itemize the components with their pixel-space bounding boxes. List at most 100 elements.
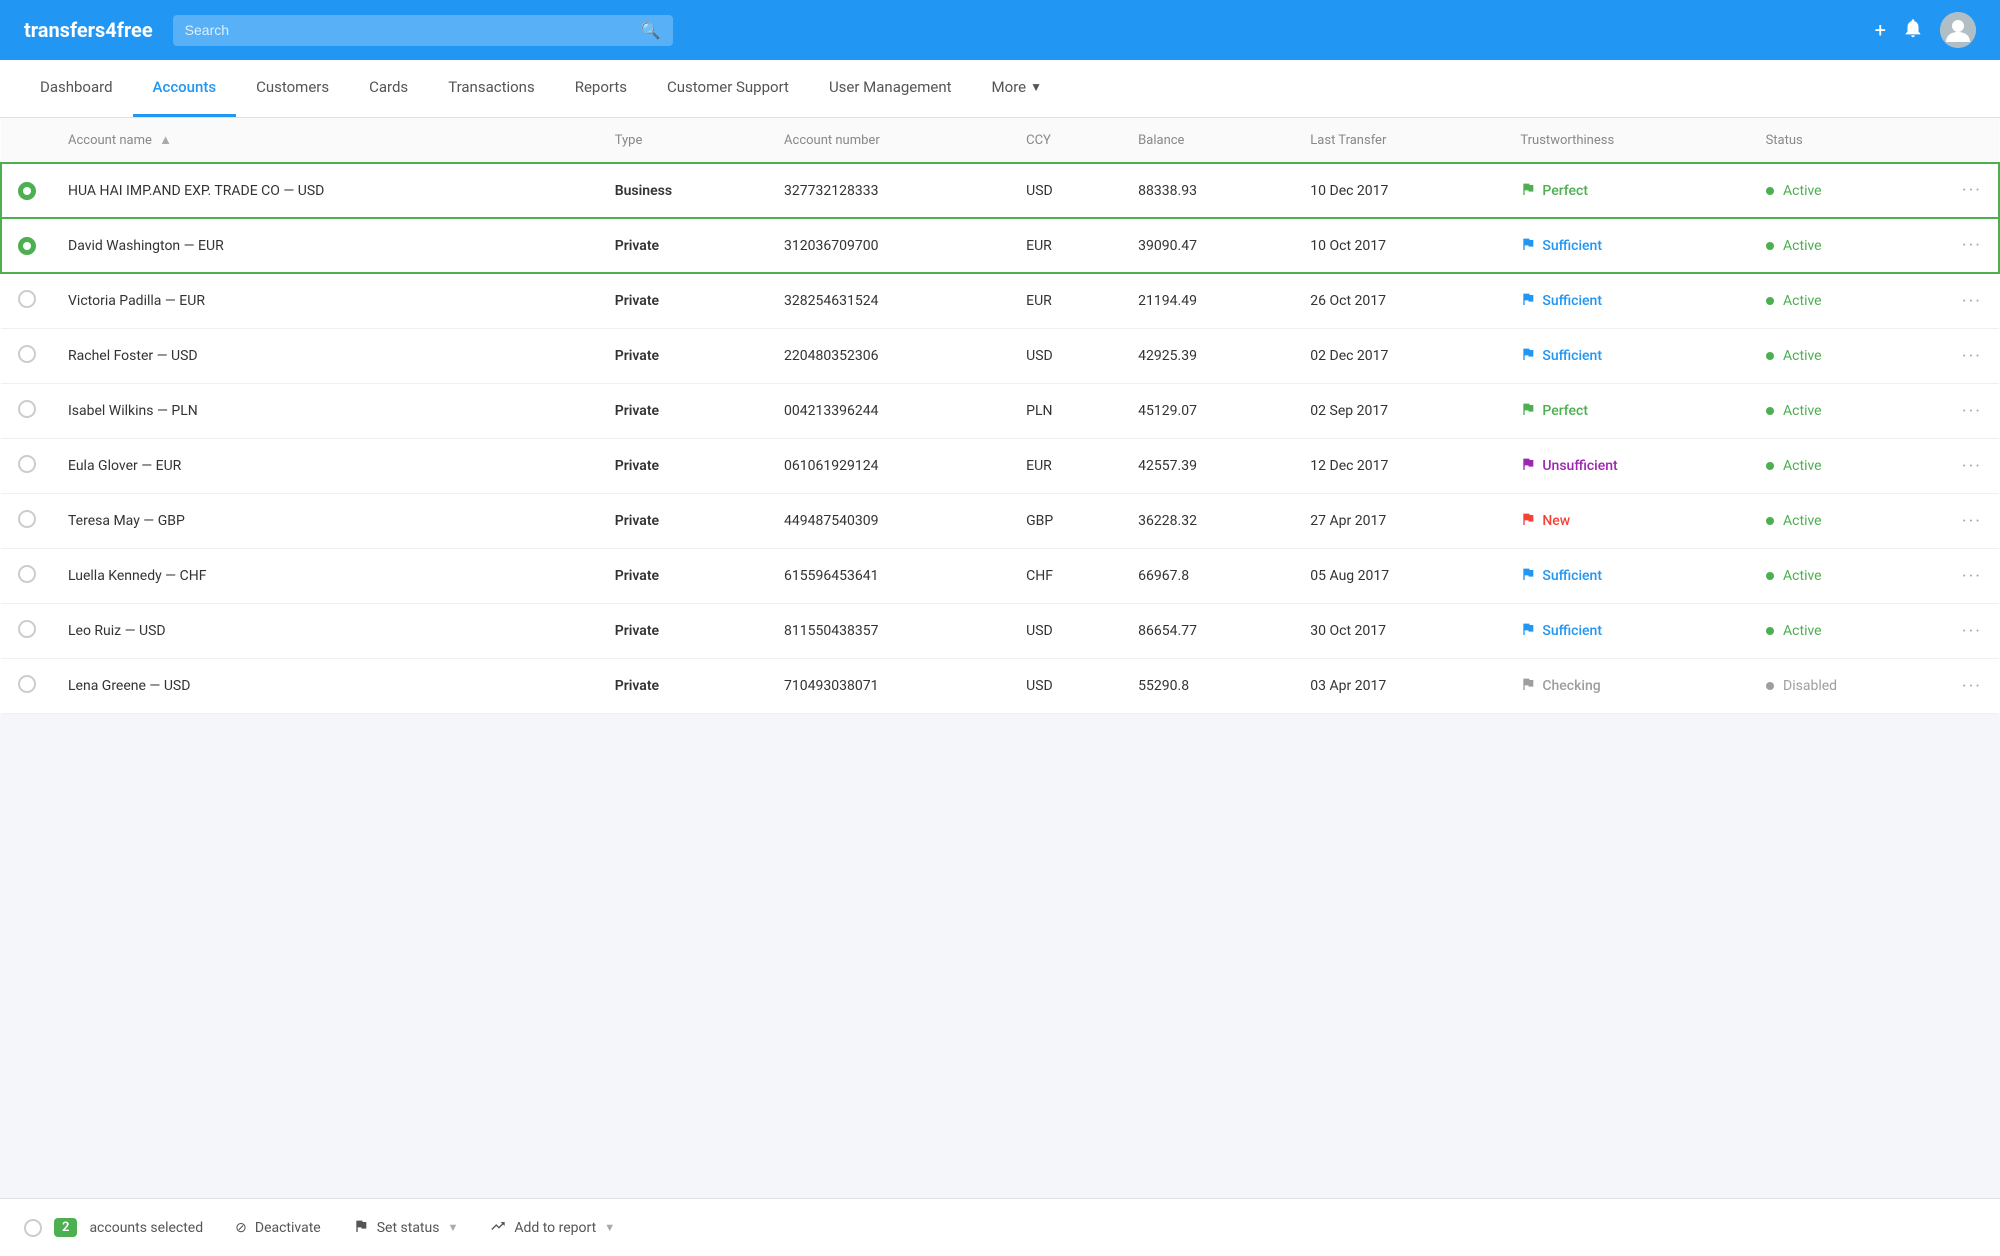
row-more-button[interactable]: ··· bbox=[1962, 456, 1982, 477]
notification-icon[interactable] bbox=[1902, 17, 1924, 44]
col-account-name[interactable]: Account name ▲ bbox=[52, 118, 599, 163]
row-account-number: 811550438357 bbox=[768, 604, 1010, 659]
row-more-button[interactable]: ··· bbox=[1962, 566, 1982, 587]
row-radio[interactable] bbox=[18, 565, 36, 583]
avatar[interactable] bbox=[1940, 12, 1976, 48]
set-status-dropdown-arrow: ▼ bbox=[447, 1221, 458, 1234]
row-account-name: Teresa May — GBP bbox=[52, 494, 599, 549]
table-row: Luella Kennedy — CHF Private 61559645364… bbox=[1, 549, 1999, 604]
add-to-report-dropdown-arrow: ▼ bbox=[604, 1221, 615, 1234]
row-more-cell[interactable]: ··· bbox=[1946, 329, 1999, 384]
add-to-report-label: Add to report bbox=[514, 1220, 596, 1236]
add-to-report-action[interactable]: Add to report ▼ bbox=[490, 1218, 615, 1238]
row-checkbox-cell[interactable] bbox=[1, 273, 52, 329]
row-type: Private bbox=[599, 439, 768, 494]
row-more-cell[interactable]: ··· bbox=[1946, 604, 1999, 659]
row-radio[interactable] bbox=[18, 400, 36, 418]
bottom-select-checkbox[interactable] bbox=[24, 1219, 42, 1237]
row-radio[interactable] bbox=[18, 345, 36, 363]
row-ccy: USD bbox=[1010, 604, 1122, 659]
row-more-button[interactable]: ··· bbox=[1962, 621, 1982, 642]
search-bar[interactable]: 🔍 bbox=[173, 15, 673, 46]
row-checkbox-cell[interactable] bbox=[1, 163, 52, 218]
row-radio[interactable] bbox=[18, 620, 36, 638]
row-radio[interactable] bbox=[18, 237, 36, 255]
row-more-cell[interactable]: ··· bbox=[1946, 163, 1999, 218]
deactivate-action[interactable]: ⊘ Deactivate bbox=[235, 1220, 321, 1236]
row-balance: 45129.07 bbox=[1122, 384, 1294, 439]
row-account-name: Rachel Foster — USD bbox=[52, 329, 599, 384]
nav-user-management[interactable]: User Management bbox=[809, 60, 972, 117]
row-more-cell[interactable]: ··· bbox=[1946, 273, 1999, 329]
nav-dashboard[interactable]: Dashboard bbox=[20, 60, 133, 117]
accounts-table: Account name ▲ Type Account number CCY B… bbox=[0, 118, 2000, 714]
search-input[interactable] bbox=[185, 22, 633, 38]
status-dot bbox=[1766, 242, 1774, 250]
row-ccy: GBP bbox=[1010, 494, 1122, 549]
row-checkbox-cell[interactable] bbox=[1, 549, 52, 604]
row-more-button[interactable]: ··· bbox=[1962, 235, 1982, 256]
trust-flag-icon bbox=[1520, 456, 1536, 476]
row-type: Private bbox=[599, 218, 768, 273]
row-ccy: PLN bbox=[1010, 384, 1122, 439]
row-checkbox-cell[interactable] bbox=[1, 218, 52, 273]
trust-label: Unsufficient bbox=[1542, 458, 1617, 474]
row-account-number: 449487540309 bbox=[768, 494, 1010, 549]
row-more-cell[interactable]: ··· bbox=[1946, 494, 1999, 549]
row-status: Active bbox=[1750, 494, 1946, 549]
row-more-button[interactable]: ··· bbox=[1962, 511, 1982, 532]
status-label: Active bbox=[1783, 183, 1822, 199]
row-last-transfer: 12 Dec 2017 bbox=[1294, 439, 1504, 494]
row-radio[interactable] bbox=[18, 455, 36, 473]
row-trust: Perfect bbox=[1504, 163, 1749, 218]
row-radio[interactable] bbox=[18, 290, 36, 308]
trust-flag-icon bbox=[1520, 236, 1536, 256]
row-more-button[interactable]: ··· bbox=[1962, 346, 1982, 367]
trust-flag-icon bbox=[1520, 401, 1536, 421]
row-more-button[interactable]: ··· bbox=[1962, 676, 1982, 697]
row-account-name: Leo Ruiz — USD bbox=[52, 604, 599, 659]
row-account-number: 615596453641 bbox=[768, 549, 1010, 604]
row-more-cell[interactable]: ··· bbox=[1946, 659, 1999, 714]
row-more-cell[interactable]: ··· bbox=[1946, 218, 1999, 273]
bottom-bar: 2 accounts selected ⊘ Deactivate Set sta… bbox=[0, 1198, 2000, 1256]
row-radio[interactable] bbox=[18, 675, 36, 693]
set-status-icon bbox=[353, 1218, 369, 1238]
row-trust: Sufficient bbox=[1504, 604, 1749, 659]
row-more-button[interactable]: ··· bbox=[1962, 401, 1982, 422]
table-row: Eula Glover — EUR Private 061061929124 E… bbox=[1, 439, 1999, 494]
nav-transactions[interactable]: Transactions bbox=[428, 60, 555, 117]
row-more-cell[interactable]: ··· bbox=[1946, 384, 1999, 439]
row-more-button[interactable]: ··· bbox=[1962, 291, 1982, 312]
row-checkbox-cell[interactable] bbox=[1, 659, 52, 714]
row-more-button[interactable]: ··· bbox=[1962, 180, 1982, 201]
nav-reports[interactable]: Reports bbox=[555, 60, 647, 117]
status-label: Active bbox=[1783, 513, 1822, 529]
set-status-action[interactable]: Set status ▼ bbox=[353, 1218, 459, 1238]
row-radio[interactable] bbox=[18, 182, 36, 200]
table-row: Leo Ruiz — USD Private 811550438357 USD … bbox=[1, 604, 1999, 659]
nav-customer-support[interactable]: Customer Support bbox=[647, 60, 809, 117]
row-more-cell[interactable]: ··· bbox=[1946, 549, 1999, 604]
row-radio[interactable] bbox=[18, 510, 36, 528]
row-status: Active bbox=[1750, 218, 1946, 273]
row-checkbox-cell[interactable] bbox=[1, 494, 52, 549]
trust-label: New bbox=[1542, 513, 1570, 529]
row-account-name: Victoria Padilla — EUR bbox=[52, 273, 599, 329]
row-account-name: Eula Glover — EUR bbox=[52, 439, 599, 494]
nav-customers[interactable]: Customers bbox=[236, 60, 349, 117]
row-checkbox-cell[interactable] bbox=[1, 604, 52, 659]
row-account-number: 061061929124 bbox=[768, 439, 1010, 494]
status-dot bbox=[1766, 352, 1774, 360]
row-checkbox-cell[interactable] bbox=[1, 384, 52, 439]
col-ccy: CCY bbox=[1010, 118, 1122, 163]
row-checkbox-cell[interactable] bbox=[1, 329, 52, 384]
nav-cards[interactable]: Cards bbox=[349, 60, 428, 117]
row-type: Business bbox=[599, 163, 768, 218]
nav-more[interactable]: More ▼ bbox=[972, 60, 1062, 117]
nav-accounts[interactable]: Accounts bbox=[133, 60, 237, 117]
trust-flag-icon bbox=[1520, 676, 1536, 696]
row-checkbox-cell[interactable] bbox=[1, 439, 52, 494]
add-icon[interactable]: + bbox=[1875, 18, 1886, 42]
row-more-cell[interactable]: ··· bbox=[1946, 439, 1999, 494]
